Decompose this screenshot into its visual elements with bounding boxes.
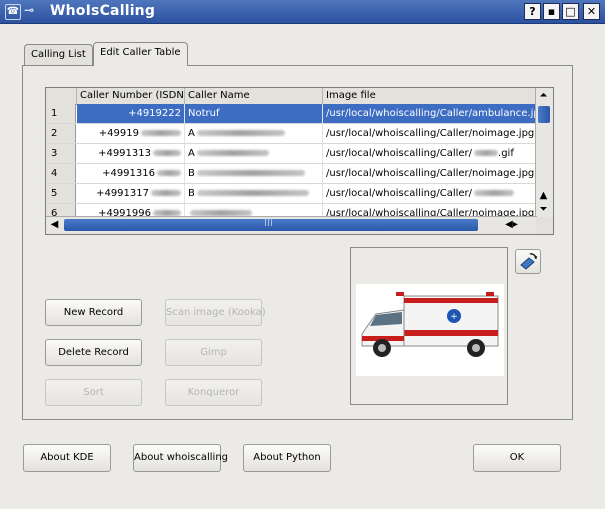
corner-header	[46, 88, 77, 104]
row-number: 5	[46, 184, 76, 203]
redacted-blur	[196, 130, 285, 136]
redacted-blur	[196, 170, 305, 176]
window-title: WhoIsCalling	[50, 3, 156, 19]
column-header-name[interactable]: Caller Name	[185, 88, 323, 104]
redacted-blur	[151, 190, 181, 196]
table-row[interactable]: 3 +4991313 A /usr/local/whoiscalling/Cal…	[46, 144, 537, 164]
horizontal-scrollbar[interactable]: ◀ ||| ◀▸	[46, 216, 537, 234]
scroll-left-arrow-icon[interactable]: ◀	[47, 217, 62, 232]
redacted-blur	[196, 150, 269, 156]
image-file[interactable]: /usr/local/whoiscalling/Caller/	[323, 184, 536, 203]
image-file-text: /usr/local/whoiscalling/Caller/	[326, 188, 473, 199]
image-file[interactable]: /usr/local/whoiscalling/Caller/noimage.j…	[323, 124, 536, 143]
row-number: 4	[46, 164, 76, 183]
caller-number-text: +4991317	[96, 188, 149, 199]
image-file-text: /usr/local/whoiscalling/Caller/	[326, 148, 473, 159]
table-row[interactable]: 2 +49919 A /usr/local/whoiscalling/Calle…	[46, 124, 537, 144]
vertical-scroll-thumb[interactable]	[538, 106, 550, 123]
scan-image-button[interactable]: Scan image (Kooka)	[165, 299, 266, 326]
close-button[interactable]: ✕	[583, 3, 600, 20]
table-row[interactable]: 5 +4991317 B /usr/local/whoiscalling/Cal…	[46, 184, 537, 204]
caller-name[interactable]: B	[185, 184, 323, 203]
caller-number-text: +4991313	[98, 148, 151, 159]
row-number: 2	[46, 124, 76, 143]
thumb-grip-icon: |||	[264, 217, 274, 227]
caller-name-text: A	[188, 148, 195, 159]
redacted-blur	[474, 190, 515, 196]
caller-name[interactable]: Notruf	[185, 104, 323, 123]
redacted-blur	[474, 150, 499, 156]
scroll-right-left-arrow-icon[interactable]: ◀▸	[504, 217, 519, 232]
ok-button[interactable]: OK	[473, 444, 561, 472]
minimize-button[interactable]: ▪	[543, 3, 560, 20]
caller-table[interactable]: Caller Number (ISDN) Caller Name Image f…	[45, 87, 554, 235]
horizontal-scroll-thumb[interactable]: |||	[64, 217, 478, 231]
image-preview-frame: +	[350, 247, 508, 405]
caller-name[interactable]: A	[185, 144, 323, 163]
redacted-blur	[157, 170, 181, 176]
scroll-corner	[536, 217, 553, 234]
scroll-down-arrow-icon[interactable]: ⏷	[536, 202, 551, 217]
caller-number-text: +49919	[98, 128, 139, 139]
table-row[interactable]: 4 +4991316 B /usr/local/whoiscalling/Cal…	[46, 164, 537, 184]
caller-name-text: B	[188, 168, 195, 179]
svg-text:+: +	[450, 312, 458, 322]
row-number: 3	[46, 144, 76, 163]
ambulance-image: +	[356, 284, 504, 376]
new-record-button[interactable]: New Record	[45, 299, 142, 326]
ambulance-icon: +	[356, 284, 504, 376]
scroll-up-arrow-icon[interactable]: ▲	[536, 188, 551, 203]
caller-name-text: B	[188, 188, 195, 199]
row-number: 1	[46, 104, 76, 123]
caller-number[interactable]: +49919	[77, 124, 185, 143]
help-button[interactable]: ?	[524, 3, 541, 20]
title-bar: ☎ ⊸ WhoIsCalling ? ▪ □ ✕	[0, 0, 605, 24]
about-kde-button[interactable]: About KDE	[23, 444, 111, 472]
caller-number[interactable]: +4991313	[77, 144, 185, 163]
about-python-button[interactable]: About Python	[243, 444, 331, 472]
redacted-blur	[153, 150, 181, 156]
scroll-top-arrow-icon[interactable]: ⏶	[536, 88, 551, 103]
maximize-button[interactable]: □	[562, 3, 579, 20]
caller-number[interactable]: +4991317	[77, 184, 185, 203]
caller-name-text: A	[188, 128, 195, 139]
sort-button[interactable]: Sort	[45, 379, 142, 406]
about-whoiscalling-button[interactable]: About whoiscalling	[133, 444, 228, 472]
delete-record-button[interactable]: Delete Record	[45, 339, 142, 366]
open-image-button[interactable]	[515, 249, 541, 274]
image-file[interactable]: /usr/local/whoiscalling/Caller/noimage.j…	[323, 164, 536, 183]
tab-edit-caller-table[interactable]: Edit Caller Table	[93, 42, 188, 66]
column-header-image[interactable]: Image file	[323, 88, 536, 104]
caller-number-text: +4991316	[102, 168, 155, 179]
caller-name[interactable]: B	[185, 164, 323, 183]
open-image-icon	[520, 253, 538, 270]
image-file-suffix: .gif	[498, 148, 514, 159]
redacted-blur	[141, 130, 181, 136]
caller-number[interactable]: +4991316	[77, 164, 185, 183]
caller-number[interactable]: +4919222	[77, 104, 185, 123]
redacted-blur	[196, 190, 309, 196]
caller-name[interactable]: A	[185, 124, 323, 143]
column-header-number[interactable]: Caller Number (ISDN)	[77, 88, 185, 104]
table-header: Caller Number (ISDN) Caller Name Image f…	[46, 88, 536, 105]
gimp-button[interactable]: Gimp	[165, 339, 262, 366]
tab-calling-list[interactable]: Calling List	[24, 44, 93, 66]
image-file[interactable]: /usr/local/whoiscalling/Caller/ambulance…	[323, 104, 536, 123]
vertical-scrollbar[interactable]: ⏶ ▲ ⏷	[535, 88, 553, 218]
konqueror-button[interactable]: Konqueror	[165, 379, 262, 406]
pin-icon[interactable]: ⊸	[24, 3, 34, 17]
app-icon[interactable]: ☎	[5, 4, 21, 20]
table-row[interactable]: 1 +4919222 Notruf /usr/local/whoiscallin…	[46, 104, 537, 124]
image-file[interactable]: /usr/local/whoiscalling/Caller/ .gif	[323, 144, 536, 163]
